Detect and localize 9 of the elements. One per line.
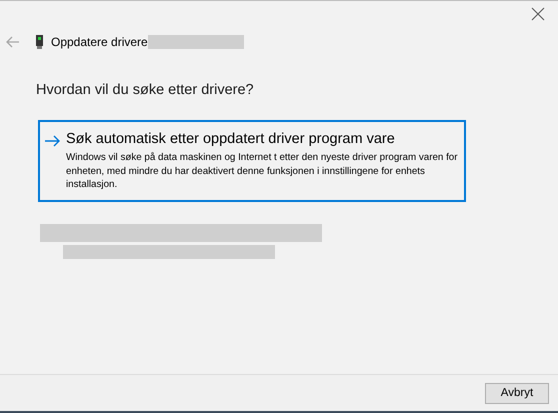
close-button[interactable] [530,6,546,22]
arrow-icon [44,135,60,147]
cancel-button[interactable]: Avbryt [485,382,549,404]
option-description: Windows vil søke på data maskinen og Internet t etter den nyeste driver program varen for enheten, med mindre du har deaktivert denne funksjonen i innstillingene for enhets installasjon. [66,151,459,192]
option-title: Søk automatisk etter oppdatert driver program vare [66,131,396,147]
option-card[interactable] [38,120,466,202]
device-icon [36,35,43,49]
question-heading: Hvordan vil du søke etter drivere? [36,82,255,98]
window-title: Oppdatere drivere [51,35,148,49]
